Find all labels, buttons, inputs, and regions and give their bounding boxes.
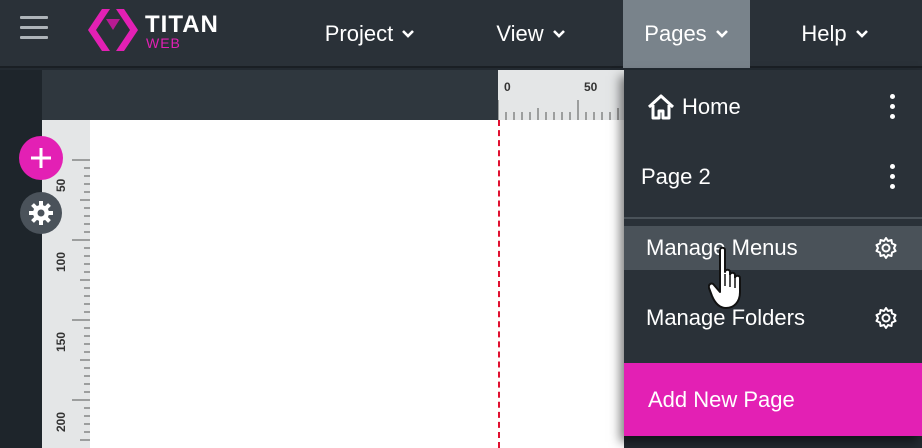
- ruler-tick-label: 150: [54, 331, 68, 352]
- titan-web-editor: TITAN WEB Project View Pages Help 0 50 5…: [0, 0, 922, 448]
- guide-line[interactable]: [498, 120, 500, 448]
- page-item-page-2[interactable]: Page 2: [624, 144, 922, 210]
- pages-dropdown-menu: Home Page 2 Manage Menus Manage Folders: [624, 70, 922, 436]
- ruler-tick-label: 50: [54, 178, 68, 192]
- ruler-tick-label: 0: [504, 80, 511, 94]
- hand-cursor-icon: [708, 246, 741, 309]
- menu-view-label: View: [496, 21, 544, 46]
- add-element-button[interactable]: [19, 136, 63, 180]
- add-new-page-button[interactable]: Add New Page: [624, 363, 922, 436]
- menu-help-label: Help: [801, 21, 847, 46]
- hamburger-icon[interactable]: [20, 14, 50, 42]
- titan-logo-icon: [88, 9, 138, 51]
- chevron-down-icon: [552, 30, 565, 38]
- menu-pages[interactable]: Pages: [623, 0, 750, 68]
- menu-project[interactable]: Project: [300, 0, 440, 68]
- gear-icon: [875, 237, 897, 259]
- menu-help[interactable]: Help: [775, 0, 895, 68]
- horizontal-ruler: 0 50: [497, 70, 624, 120]
- settings-button[interactable]: [20, 192, 62, 234]
- ruler-tick-label: 50: [584, 80, 598, 94]
- menu-project-label: Project: [324, 21, 394, 46]
- titan-web-logo: TITAN WEB: [88, 9, 238, 51]
- home-icon: [647, 94, 675, 120]
- ruler-tick-label: 200: [54, 411, 68, 432]
- page-item-home-label: Home: [682, 94, 741, 119]
- chevron-down-icon: [715, 30, 728, 38]
- chevron-down-icon: [855, 30, 868, 38]
- page-item-page-2-label: Page 2: [641, 164, 711, 189]
- page-item-home[interactable]: Home: [624, 74, 922, 140]
- chevron-down-icon: [402, 30, 415, 38]
- kebab-icon[interactable]: [890, 164, 896, 190]
- menu-divider: [624, 217, 922, 219]
- plus-icon: [31, 148, 51, 168]
- logo-subtitle: WEB: [146, 35, 181, 51]
- gear-icon: [875, 307, 897, 329]
- add-new-page-label: Add New Page: [648, 386, 795, 412]
- gear-icon: [29, 201, 53, 225]
- ruler-tick-label: 100: [54, 251, 68, 272]
- top-bar: TITAN WEB Project View Pages Help: [0, 0, 922, 68]
- manage-folders-item[interactable]: Manage Folders: [624, 296, 922, 340]
- manage-menus-item[interactable]: Manage Menus: [624, 226, 922, 270]
- kebab-icon[interactable]: [890, 94, 896, 120]
- menu-pages-label: Pages: [644, 21, 707, 46]
- ruler-ticks: [497, 100, 619, 120]
- page-canvas[interactable]: [90, 120, 624, 448]
- menu-view[interactable]: View: [472, 0, 590, 68]
- side-toolbar: [0, 70, 42, 448]
